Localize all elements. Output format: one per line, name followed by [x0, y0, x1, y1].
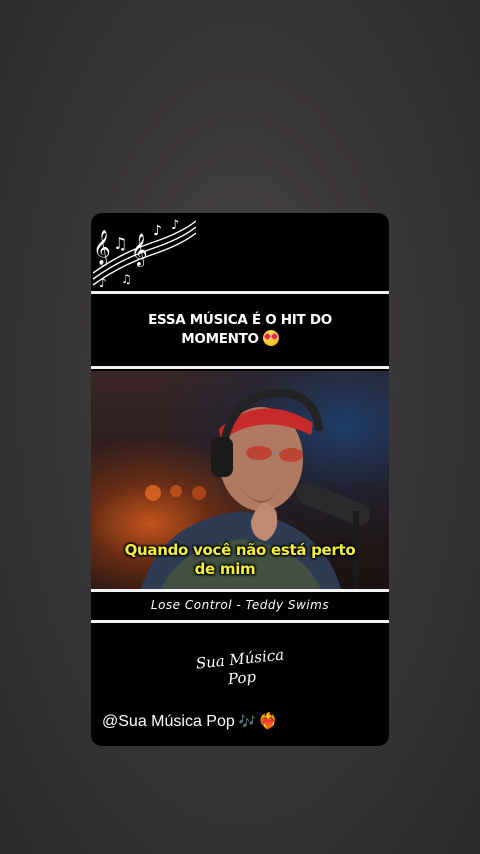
- divider-top: [91, 291, 389, 294]
- star-struck-emoji-icon: [262, 330, 279, 346]
- divider-bottom: [91, 620, 389, 623]
- handle-text: @Sua Música Pop: [102, 713, 235, 730]
- svg-text:♪: ♪: [171, 218, 179, 233]
- headline-line2: MOMENTO: [181, 331, 259, 347]
- svg-text:♪: ♪: [99, 276, 107, 290]
- svg-text:♪: ♪: [153, 223, 162, 239]
- subtitle-line1: Quando você não está perto: [124, 541, 356, 559]
- svg-text:𝄞: 𝄞: [131, 233, 148, 267]
- story-card: 𝄞 𝄞 ♫ ♪ ♪ ♪ ♫ ESSA MÚSICA É O HIT DO MOM…: [91, 213, 389, 746]
- headline: ESSA MÚSICA É O HIT DO MOMENTO: [91, 311, 389, 349]
- brand-logo: Sua Música Pop: [179, 644, 302, 694]
- account-handle[interactable]: @Sua Música Pop 🎶 ❤️‍🔥: [102, 711, 278, 731]
- lyrics-subtitle: Quando você não está perto de mim: [91, 541, 389, 579]
- divider-above-video: [91, 366, 389, 369]
- svg-text:♫: ♫: [113, 234, 127, 253]
- headline-line1: ESSA MÚSICA É O HIT DO: [148, 312, 332, 328]
- music-notes-emoji-icon: 🎶: [238, 713, 257, 729]
- song-info: Lose Control - Teddy Swims: [150, 598, 330, 612]
- svg-text:♫: ♫: [121, 272, 132, 286]
- heart-on-fire-emoji-icon: ❤️‍🔥: [258, 713, 279, 730]
- music-notes-decoration: 𝄞 𝄞 ♫ ♪ ♪ ♪ ♫: [92, 218, 196, 290]
- divider-below-video: [91, 589, 389, 592]
- svg-text:𝄞: 𝄞: [93, 230, 111, 266]
- subtitle-line2: de mim: [194, 560, 256, 578]
- video-frame[interactable]: Quando você não está perto de mim: [91, 371, 389, 589]
